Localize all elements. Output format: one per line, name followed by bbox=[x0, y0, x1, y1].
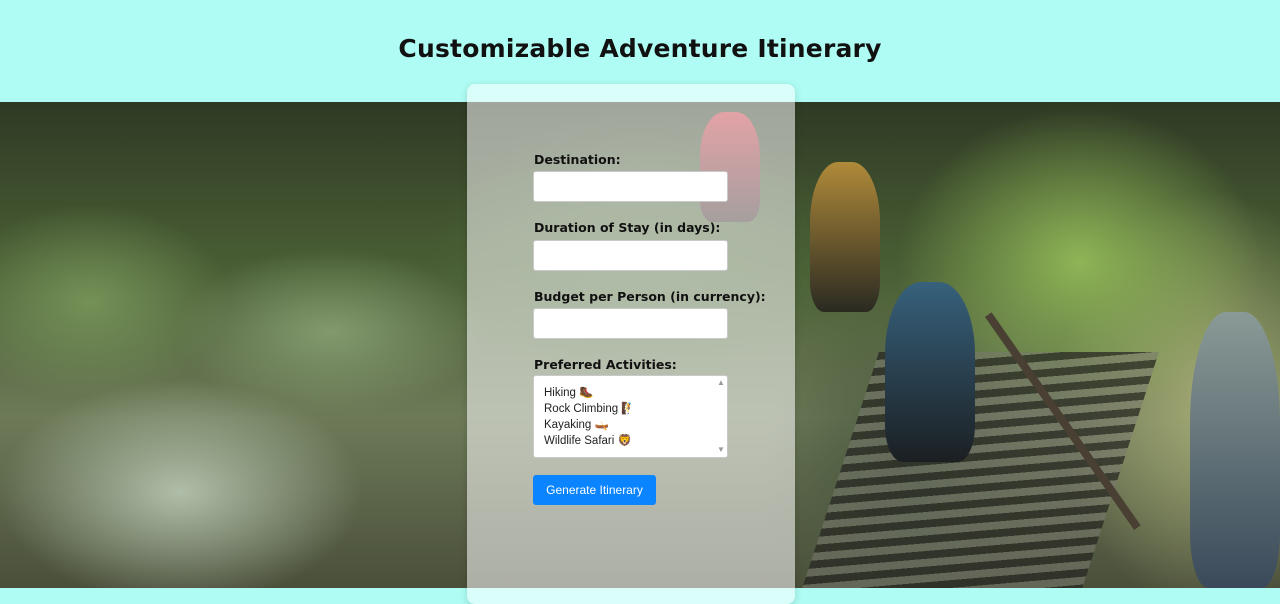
destination-input[interactable] bbox=[533, 171, 728, 202]
activity-option[interactable]: Hiking 🥾 bbox=[534, 385, 727, 401]
activity-option[interactable]: Rock Climbing 🧗 bbox=[534, 401, 727, 417]
scroll-up-arrow-icon[interactable]: ▲ bbox=[717, 379, 725, 387]
budget-label: Budget per Person (in currency): bbox=[534, 289, 766, 304]
duration-label: Duration of Stay (in days): bbox=[534, 220, 721, 235]
itinerary-form-card bbox=[467, 84, 795, 604]
scroll-down-arrow-icon[interactable]: ▼ bbox=[717, 446, 725, 454]
stairs-decoration bbox=[801, 352, 1159, 588]
generate-itinerary-button[interactable]: Generate Itinerary bbox=[533, 475, 656, 505]
listbox-scrollbar[interactable]: ▲ ▼ bbox=[715, 376, 727, 457]
hiker-figure bbox=[885, 282, 975, 462]
duration-input[interactable] bbox=[533, 240, 728, 271]
hiker-figure bbox=[810, 162, 880, 312]
budget-input[interactable] bbox=[533, 308, 728, 339]
activities-multiselect[interactable]: Hiking 🥾 Rock Climbing 🧗 Kayaking 🛶 Wild… bbox=[533, 375, 728, 458]
page-title: Customizable Adventure Itinerary bbox=[398, 34, 882, 63]
activity-option[interactable]: Kayaking 🛶 bbox=[534, 417, 727, 433]
activities-label: Preferred Activities: bbox=[534, 357, 677, 372]
destination-label: Destination: bbox=[534, 152, 621, 167]
activity-option[interactable]: Wildlife Safari 🦁 bbox=[534, 433, 727, 449]
hiker-figure bbox=[1190, 312, 1280, 588]
